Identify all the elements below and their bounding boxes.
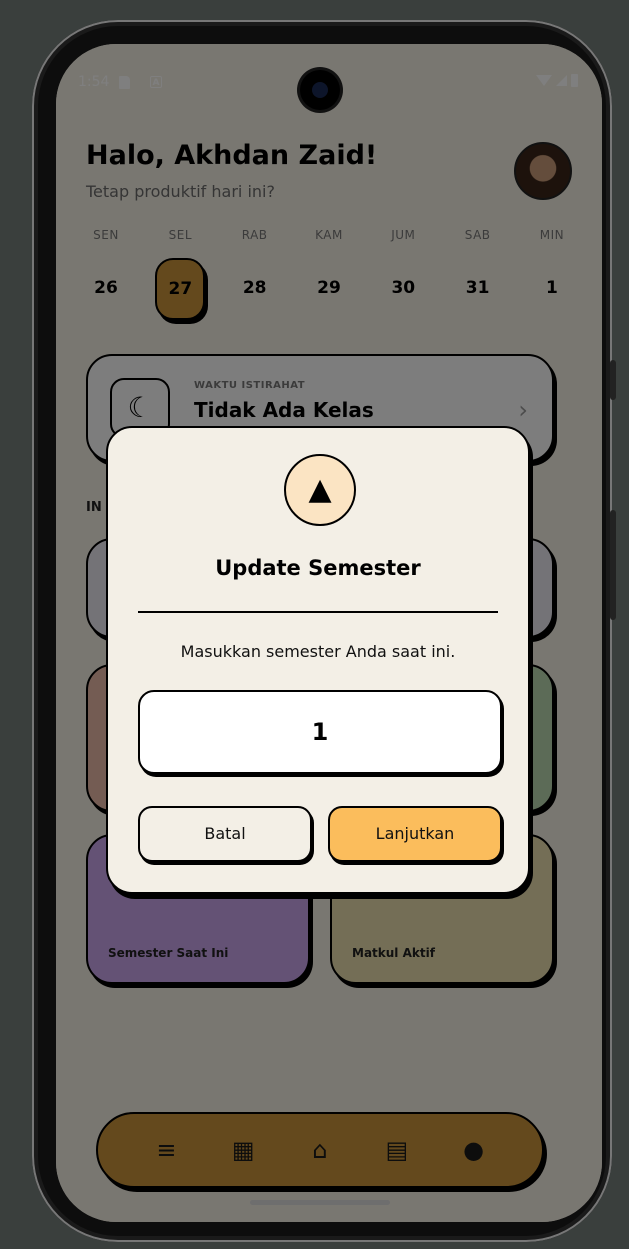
graduation-cap-icon: ▲ xyxy=(284,454,356,526)
screen: 1:54 A Halo, Akhdan Zaid! Tetap produkti… xyxy=(56,44,602,1222)
update-semester-dialog: ▲ Update Semester Masukkan semester Anda… xyxy=(106,426,530,894)
volume-button xyxy=(610,510,616,620)
semester-input[interactable]: 1 xyxy=(138,690,502,774)
side-button xyxy=(610,360,616,400)
divider xyxy=(138,611,498,613)
dialog-message: Masukkan semester Anda saat ini. xyxy=(180,642,456,661)
dialog-title: Update Semester xyxy=(215,556,421,580)
continue-button[interactable]: Lanjutkan xyxy=(328,806,502,862)
cancel-button[interactable]: Batal xyxy=(138,806,312,862)
